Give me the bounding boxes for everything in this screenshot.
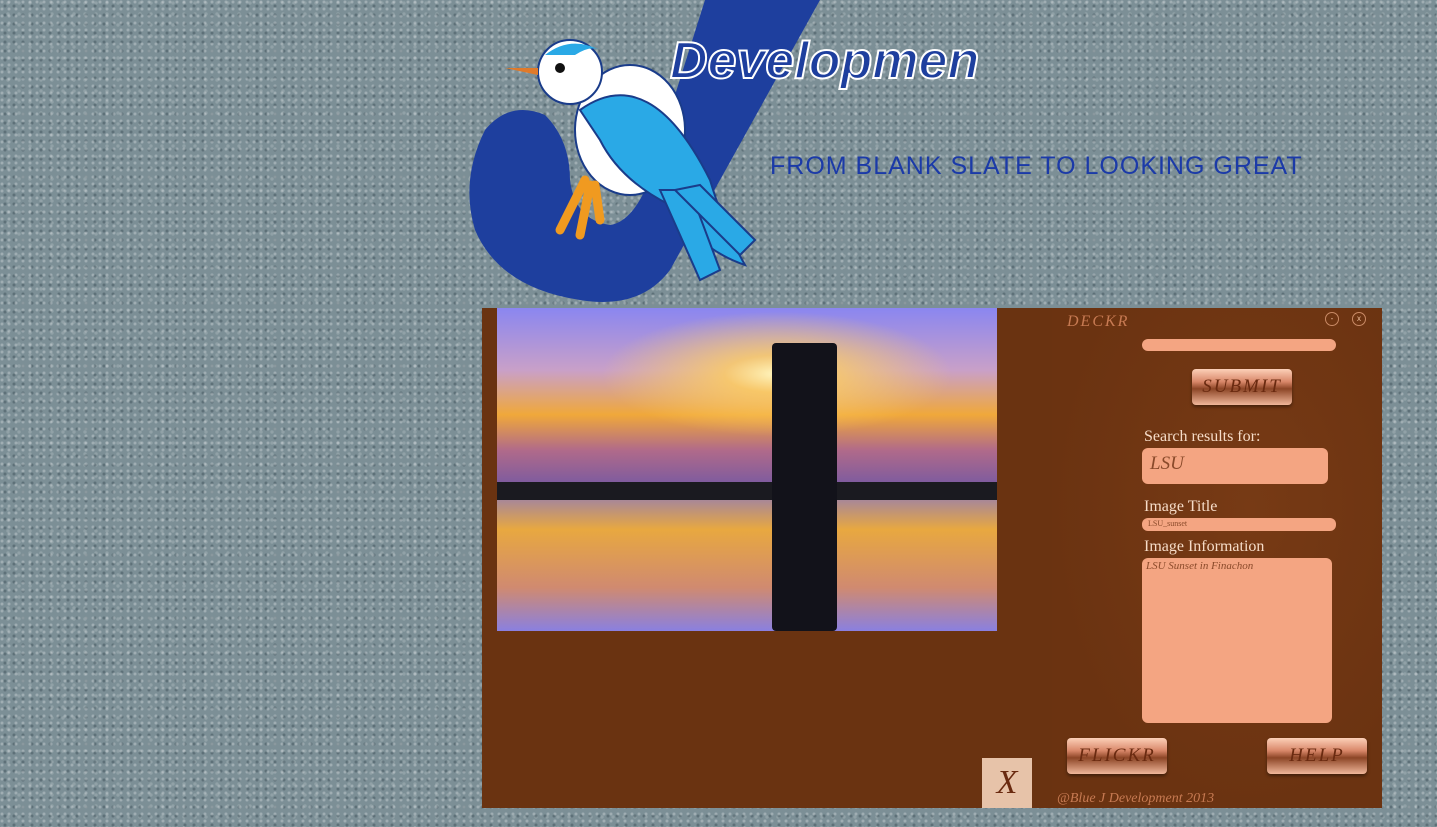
flickr-button[interactable]: FLICKR [1067,738,1167,774]
app-brand: DECKR [1067,313,1130,330]
image-info-label: Image Information [1144,538,1265,555]
search-input[interactable] [1142,339,1336,351]
results-label: Search results for: [1144,428,1261,445]
tagline: FROM BLANK SLATE TO LOOKING GREAT [770,152,1303,180]
window-close-button[interactable]: x [1352,312,1366,326]
help-button[interactable]: HELP [1267,738,1367,774]
image-title-field[interactable]: LSU_sunset [1142,518,1336,531]
minimize-button[interactable]: - [1325,312,1339,326]
logo-word: Development [670,32,980,90]
submit-button[interactable]: SUBMIT [1192,369,1292,405]
close-x-button[interactable]: X [982,758,1032,808]
sunset-photo [497,308,997,631]
results-value: LSU [1142,448,1328,484]
footer-copyright: @Blue J Development 2013 [1057,791,1215,806]
deckr-app-window: DECKR - x SUBMIT Search results for: LSU… [482,308,1382,808]
image-title-label: Image Title [1144,498,1218,515]
image-info-textarea[interactable]: LSU Sunset in Finachon [1142,558,1332,723]
